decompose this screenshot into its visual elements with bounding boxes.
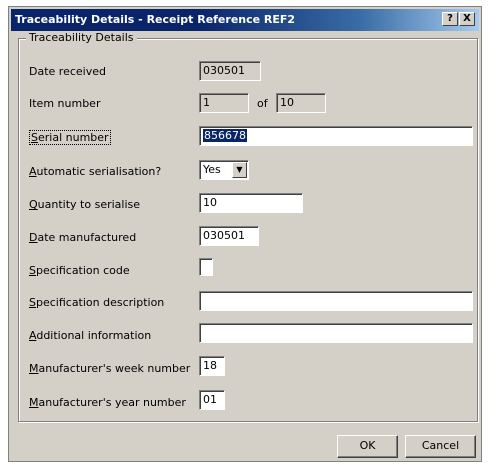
quantity-to-serialise-label: Quantity to serialise <box>29 198 141 211</box>
close-button[interactable]: X <box>459 12 475 26</box>
serial-number-label: Serial number <box>29 130 111 145</box>
group-box-label: Traceability Details <box>26 31 137 44</box>
date-manufactured-label: Date manufactured <box>29 231 137 244</box>
specification-code-label: Specification code <box>29 264 130 277</box>
help-button[interactable]: ? <box>442 12 458 26</box>
of-label: of <box>257 97 268 110</box>
specification-description-label: Specification description <box>29 296 165 309</box>
date-received-field: 030501 <box>199 61 261 81</box>
date-received-label: Date received <box>29 65 106 78</box>
serial-number-input[interactable]: 856678 <box>199 126 473 146</box>
quantity-to-serialise-input[interactable]: 10 <box>199 193 303 213</box>
date-manufactured-input[interactable]: 030501 <box>199 226 259 246</box>
title-bar[interactable]: Traceability Details - Receipt Reference… <box>11 9 479 31</box>
manufacturers-year-number-input[interactable]: 01 <box>199 390 225 410</box>
specification-code-checkbox[interactable] <box>199 258 213 276</box>
chevron-down-icon[interactable]: ▼ <box>232 162 247 178</box>
automatic-serialisation-value: Yes <box>203 163 221 176</box>
manufacturers-week-number-input[interactable]: 18 <box>199 356 225 376</box>
window-title: Traceability Details - Receipt Reference… <box>15 13 296 26</box>
manufacturers-year-number-label: Manufacturer's year number <box>29 396 186 409</box>
specification-description-input[interactable] <box>199 291 473 311</box>
automatic-serialisation-select[interactable]: Yes ▼ <box>199 160 249 180</box>
additional-information-label: Additional information <box>29 329 152 342</box>
item-number-field: 1 <box>199 93 249 113</box>
manufacturers-week-number-label: Manufacturer's week number <box>29 362 191 375</box>
item-number-label: Item number <box>29 97 101 110</box>
ok-button[interactable]: OK <box>337 435 398 458</box>
cancel-button[interactable]: Cancel <box>405 435 476 458</box>
item-total-field: 10 <box>276 93 326 113</box>
automatic-serialisation-label: Automatic serialisation? <box>29 165 162 178</box>
additional-information-input[interactable] <box>199 323 473 343</box>
